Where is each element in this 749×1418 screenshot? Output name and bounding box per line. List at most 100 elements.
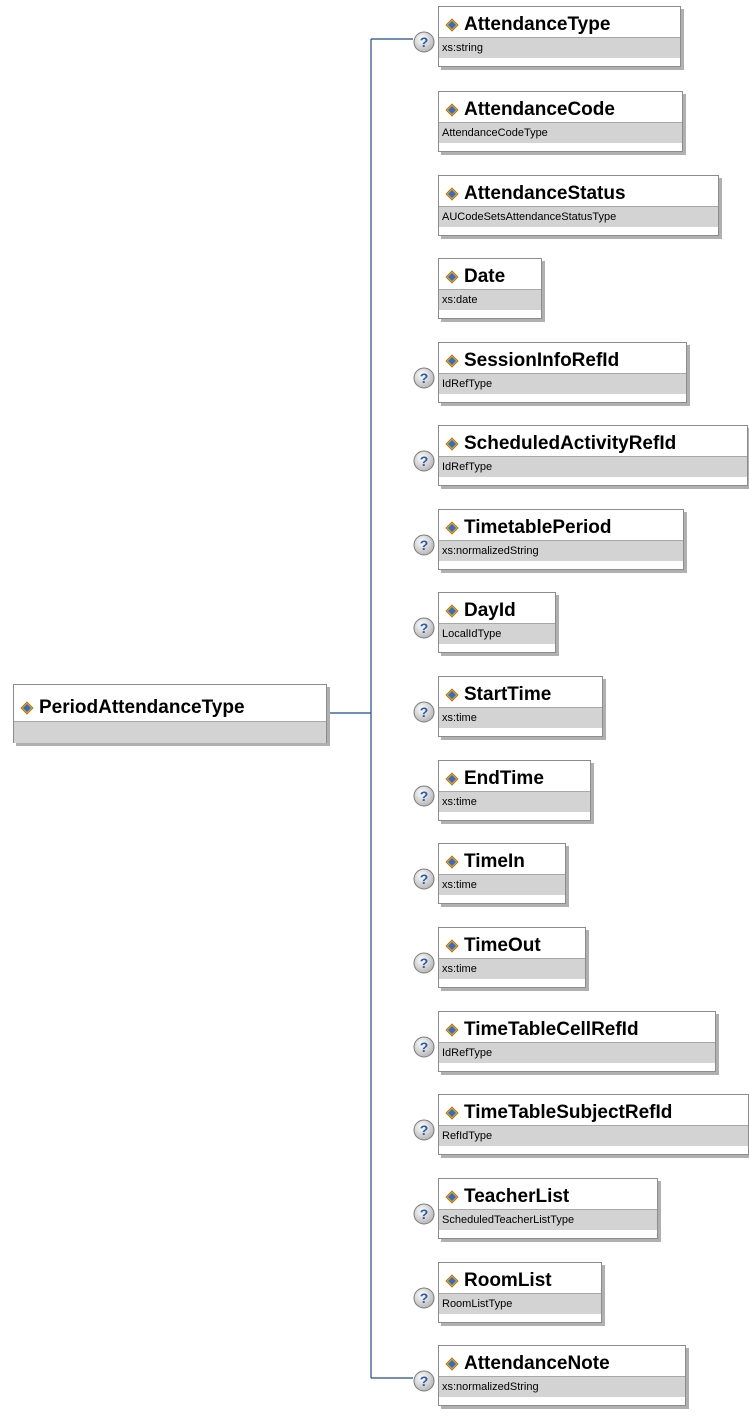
element-name: EndTime — [464, 768, 544, 789]
element-box-scheduled-activity-ref-id[interactable]: ScheduledActivityRefId IdRefType — [438, 425, 748, 486]
element-name: TimeIn — [464, 851, 525, 872]
element-name: TimeTableSubjectRefId — [464, 1102, 673, 1123]
element-type: AttendanceCodeType — [439, 122, 682, 143]
element-header: TimeIn — [439, 844, 565, 874]
element-icon — [445, 1190, 459, 1204]
element-icon — [445, 18, 459, 32]
element-type: ScheduledTeacherListType — [439, 1209, 657, 1230]
element-box-attendance-type[interactable]: AttendanceType xs:string — [438, 6, 681, 67]
element-header: ScheduledActivityRefId — [439, 426, 747, 456]
element-type: LocalIdType — [439, 623, 555, 644]
element-type: xs:time — [439, 791, 590, 812]
svg-text:?: ? — [420, 537, 429, 553]
element-box-end-time[interactable]: EndTime xs:time — [438, 760, 591, 821]
root-element-header: PeriodAttendanceType — [14, 685, 326, 721]
element-icon — [445, 855, 459, 869]
element-icon — [445, 187, 459, 201]
element-type: xs:time — [439, 958, 585, 979]
element-box-timetable-period[interactable]: TimetablePeriod xs:normalizedString — [438, 509, 684, 570]
svg-text:?: ? — [420, 871, 429, 887]
element-type: IdRefType — [439, 1042, 715, 1063]
element-box-time-table-subject-ref-id[interactable]: TimeTableSubjectRefId RefIdType — [438, 1094, 749, 1155]
element-icon — [445, 1357, 459, 1371]
element-icon — [445, 1274, 459, 1288]
element-name: StartTime — [464, 684, 552, 705]
svg-text:?: ? — [420, 1206, 429, 1222]
element-type: IdRefType — [439, 373, 686, 394]
element-type: xs:string — [439, 37, 680, 58]
element-icon — [445, 939, 459, 953]
element-box-time-in[interactable]: TimeIn xs:time — [438, 843, 566, 904]
element-box-attendance-status[interactable]: AttendanceStatus AUCodeSetsAttendanceStat… — [438, 175, 719, 236]
root-element-type — [14, 721, 326, 743]
svg-text:?: ? — [420, 788, 429, 804]
element-header: TimeTableCellRefId — [439, 1012, 715, 1042]
element-icon — [445, 688, 459, 702]
element-box-day-id[interactable]: DayId LocalIdType — [438, 592, 556, 653]
svg-text:?: ? — [420, 1122, 429, 1138]
element-header: AttendanceStatus — [439, 176, 718, 206]
optional-question-icon: ? — [413, 868, 435, 890]
element-name: AttendanceCode — [464, 99, 615, 120]
svg-text:?: ? — [420, 34, 429, 50]
element-name: SessionInfoRefId — [464, 350, 620, 371]
svg-text:?: ? — [420, 453, 429, 469]
element-header: SessionInfoRefId — [439, 343, 686, 373]
element-type: xs:normalizedString — [439, 540, 683, 561]
element-type: xs:normalizedString — [439, 1376, 685, 1397]
element-header: AttendanceCode — [439, 92, 682, 122]
element-icon — [445, 270, 459, 284]
element-name: ScheduledActivityRefId — [464, 433, 677, 454]
element-type: xs:date — [439, 289, 541, 310]
element-icon — [445, 772, 459, 786]
element-name: TimeTableCellRefId — [464, 1019, 639, 1040]
element-header: Date — [439, 259, 541, 289]
element-icon — [20, 700, 34, 715]
optional-question-icon: ? — [413, 534, 435, 556]
element-header: AttendanceNote — [439, 1346, 685, 1376]
element-box-teacher-list[interactable]: TeacherList ScheduledTeacherListType — [438, 1178, 658, 1239]
element-box-session-info-ref-id[interactable]: SessionInfoRefId IdRefType — [438, 342, 687, 403]
element-name: AttendanceNote — [464, 1353, 610, 1374]
optional-question-icon: ? — [413, 1203, 435, 1225]
element-type: xs:time — [439, 707, 602, 728]
element-name: RoomList — [464, 1270, 552, 1291]
element-header: DayId — [439, 593, 555, 623]
element-box-date[interactable]: Date xs:date — [438, 258, 542, 319]
element-box-time-out[interactable]: TimeOut xs:time — [438, 927, 586, 988]
optional-question-icon: ? — [413, 785, 435, 807]
element-box-start-time[interactable]: StartTime xs:time — [438, 676, 603, 737]
element-name: DayId — [464, 600, 516, 621]
element-box-time-table-cell-ref-id[interactable]: TimeTableCellRefId IdRefType — [438, 1011, 716, 1072]
element-type: RoomListType — [439, 1293, 601, 1314]
element-box-room-list[interactable]: RoomList RoomListType — [438, 1262, 602, 1323]
element-icon — [445, 521, 459, 535]
element-name: Date — [464, 266, 506, 287]
element-name: TimeOut — [464, 935, 541, 956]
element-box-attendance-note[interactable]: AttendanceNote xs:normalizedString — [438, 1345, 686, 1406]
optional-question-icon: ? — [413, 450, 435, 472]
element-header: TeacherList — [439, 1179, 657, 1209]
element-header: TimetablePeriod — [439, 510, 683, 540]
element-name: AttendanceType — [464, 14, 611, 35]
svg-text:?: ? — [420, 1039, 429, 1055]
svg-text:?: ? — [420, 955, 429, 971]
element-icon — [445, 354, 459, 368]
element-header: TimeTableSubjectRefId — [439, 1095, 748, 1125]
optional-question-icon: ? — [413, 1287, 435, 1309]
svg-text:?: ? — [420, 620, 429, 636]
svg-text:?: ? — [420, 370, 429, 386]
optional-question-icon: ? — [413, 367, 435, 389]
element-box-attendance-code[interactable]: AttendanceCode AttendanceCodeType — [438, 91, 683, 152]
element-type: RefIdType — [439, 1125, 748, 1146]
optional-question-icon: ? — [413, 952, 435, 974]
element-name: TimetablePeriod — [464, 517, 612, 538]
optional-question-icon: ? — [413, 617, 435, 639]
element-icon — [445, 604, 459, 618]
element-icon — [445, 437, 459, 451]
svg-text:?: ? — [420, 1290, 429, 1306]
optional-question-icon: ? — [413, 1036, 435, 1058]
element-type: AUCodeSetsAttendanceStatusType — [439, 206, 718, 227]
root-element-box[interactable]: PeriodAttendanceType — [13, 684, 327, 743]
element-header: RoomList — [439, 1263, 601, 1293]
